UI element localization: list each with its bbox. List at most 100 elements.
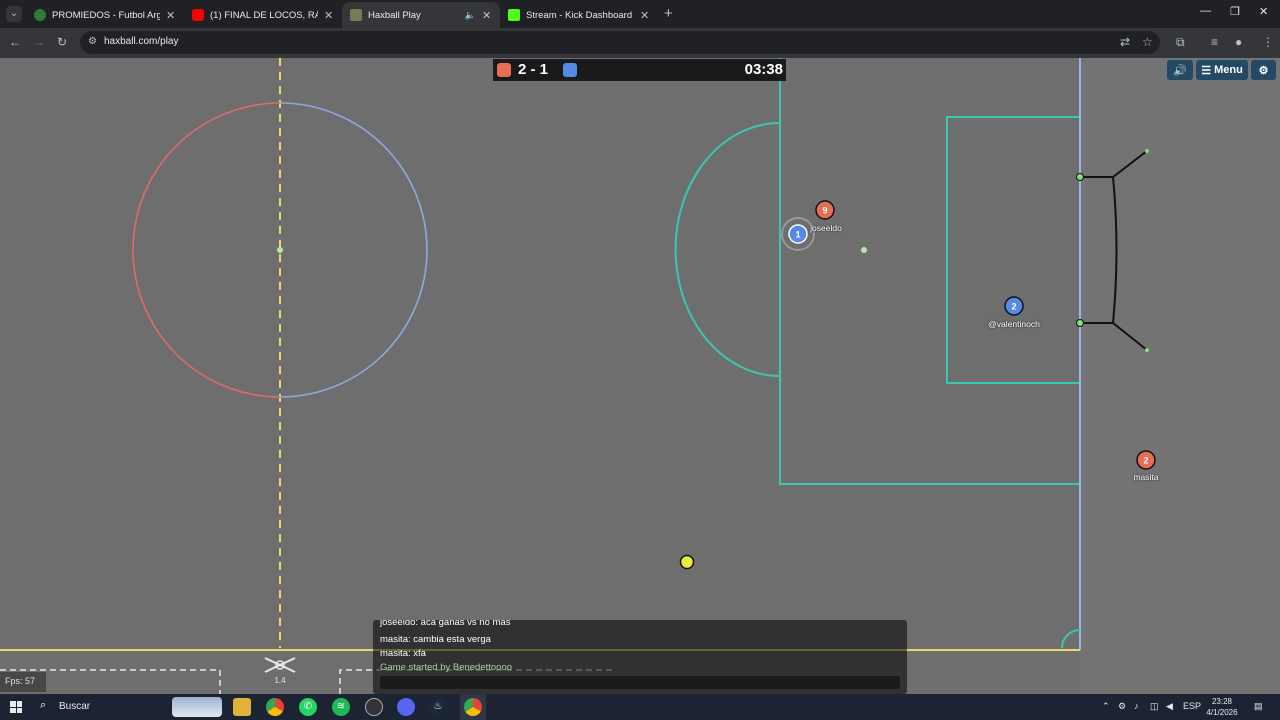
- spotify-icon[interactable]: ≋: [332, 698, 350, 716]
- search-icon[interactable]: ⌕: [40, 699, 46, 712]
- player-name-label: masita: [1133, 472, 1159, 482]
- blue-team-color-badge: [563, 63, 577, 77]
- fps-counter: Fps: 57: [0, 672, 46, 692]
- player-name-label: joseeldo: [810, 223, 842, 233]
- speaker-icon[interactable]: 🔈: [465, 10, 476, 21]
- taskbar-search-label[interactable]: Buscar: [59, 701, 90, 712]
- menu-button[interactable]: ☰ Menu: [1196, 60, 1248, 80]
- clock-date: 4/1/2026: [1206, 708, 1238, 717]
- site-info-icon[interactable]: ⚙: [88, 36, 97, 47]
- whatsapp-icon[interactable]: ✆: [299, 698, 317, 716]
- taskbar-clock[interactable]: 23:28 4/1/2026: [1204, 696, 1240, 718]
- promiedos-favicon-icon: [34, 9, 46, 21]
- language-indicator[interactable]: ESP: [1183, 701, 1201, 711]
- close-tab-icon[interactable]: ✕: [324, 9, 334, 22]
- app-icon[interactable]: [365, 698, 383, 716]
- windows-taskbar: ⌕ Buscar ✆ ≋ ♨ ⌃ ⚙ ♪ ◫ ◀ ESP 23:28 4/1/2…: [0, 694, 1280, 720]
- player-number: 2: [1143, 456, 1148, 466]
- chat-input[interactable]: [380, 676, 900, 689]
- bench-cross-icon: [264, 657, 296, 673]
- tab-youtube[interactable]: (1) FINAL DE LOCOS, RÁFAGA D ✕: [184, 2, 342, 28]
- penalty-arc: [674, 122, 781, 377]
- tab-haxball[interactable]: Haxball Play 🔈 ✕: [342, 2, 500, 28]
- tab-title: Haxball Play: [368, 9, 421, 21]
- extensions-icon[interactable]: ⧉: [1176, 35, 1185, 50]
- browser-toolbar: ← → ↻ ⚙ haxball.com/play ⇄ ☆ ⧉ ≡ ● ⋮: [0, 28, 1280, 58]
- player-number: 2: [1011, 302, 1016, 312]
- net-anchor-bottom: [1145, 348, 1149, 352]
- close-window-icon[interactable]: ✕: [1259, 5, 1268, 18]
- reload-icon[interactable]: ↻: [57, 35, 67, 49]
- kick-favicon-icon: [508, 9, 520, 21]
- menu-label: Menu: [1214, 64, 1243, 76]
- discord-icon[interactable]: [397, 698, 415, 716]
- chrome-icon[interactable]: [266, 698, 284, 716]
- tab-search-dropdown-icon[interactable]: ⌄: [6, 6, 22, 22]
- hamburger-icon: ☰: [1201, 64, 1212, 77]
- steam-icon[interactable]: ♨: [429, 698, 447, 716]
- outside-area: [1080, 58, 1280, 694]
- back-icon[interactable]: ←: [9, 35, 21, 49]
- goal-post-top: [1076, 173, 1084, 181]
- windows-start-icon[interactable]: [10, 701, 22, 713]
- tab-promiedos[interactable]: PROMIEDOS - Futbol Argentino ✕: [26, 2, 184, 28]
- chat-message: masita: xfa: [380, 648, 426, 659]
- bookmark-star-icon[interactable]: ☆: [1142, 35, 1153, 49]
- corner-arc: [1061, 629, 1081, 649]
- close-tab-icon[interactable]: ✕: [166, 9, 176, 22]
- sound-toggle-button[interactable]: 🔊: [1167, 60, 1193, 80]
- red-team-color-badge: [497, 63, 511, 77]
- haxball-game-canvas[interactable]: 1.4 9 1 2 2 joseeldo @valentinoch masita…: [0, 58, 1280, 694]
- minimize-icon[interactable]: —: [1200, 5, 1211, 17]
- field-svg: 1.4 9 1 2 2: [0, 58, 1280, 694]
- file-explorer-icon[interactable]: [233, 698, 251, 716]
- wifi-icon[interactable]: ◫: [1150, 701, 1159, 712]
- match-timer: 03:38: [744, 61, 783, 78]
- penalty-box: [779, 58, 1081, 485]
- gear-icon: ⚙: [1258, 64, 1269, 77]
- microphone-icon[interactable]: ♪: [1134, 701, 1139, 711]
- net-anchor-top: [1145, 149, 1149, 153]
- haxball-favicon-icon: [350, 9, 362, 21]
- tab-title: Stream - Kick Dashboard: [526, 9, 633, 21]
- goal-area: [946, 116, 1081, 384]
- tab-kick[interactable]: Stream - Kick Dashboard ✕: [500, 2, 658, 28]
- speaker-icon: 🔊: [1173, 64, 1187, 77]
- youtube-favicon-icon: [192, 9, 204, 21]
- player-name-label: @valentinoch: [988, 319, 1040, 329]
- search-highlight-image[interactable]: [172, 697, 222, 717]
- scoreboard: 2 - 1 03:38: [493, 59, 786, 81]
- bench-marker-label: 1.4: [274, 676, 286, 685]
- new-tab-icon[interactable]: +: [664, 5, 673, 22]
- chat-box: joseeldo: aca ganas vs no mas masita: ca…: [373, 620, 907, 694]
- goal-post-bottom: [1076, 319, 1084, 327]
- settings-button[interactable]: ⚙: [1251, 60, 1276, 80]
- profile-avatar-icon[interactable]: ●: [1235, 35, 1242, 49]
- score-text: 2 - 1: [518, 61, 549, 78]
- address-bar[interactable]: ⚙ haxball.com/play: [80, 31, 1160, 54]
- chat-system-message: Game started by Benedettoooo: [380, 662, 513, 673]
- tray-network-icon[interactable]: ⚙: [1118, 701, 1126, 712]
- chat-message: masita: cambia esta verga: [380, 634, 491, 645]
- translate-icon[interactable]: ⇄: [1120, 35, 1130, 49]
- browser-tab-strip: ⌄ PROMIEDOS - Futbol Argentino ✕ (1) FIN…: [0, 0, 1280, 28]
- kebab-menu-icon[interactable]: ⋮: [1262, 35, 1274, 49]
- penalty-spot: [861, 247, 867, 253]
- center-circle-red-half: [132, 102, 281, 398]
- player-number: 9: [822, 206, 827, 216]
- center-circle-blue-half: [279, 102, 428, 398]
- tab-title: PROMIEDOS - Futbol Argentino: [52, 9, 160, 21]
- tray-chevron-icon[interactable]: ⌃: [1102, 701, 1110, 712]
- clock-time: 23:28: [1211, 697, 1233, 706]
- media-control-icon[interactable]: ≡: [1211, 35, 1218, 49]
- chrome-active-icon[interactable]: [464, 698, 482, 716]
- forward-icon[interactable]: →: [33, 35, 45, 49]
- close-tab-icon[interactable]: ✕: [482, 9, 492, 22]
- url-text: haxball.com/play: [104, 36, 179, 47]
- close-tab-icon[interactable]: ✕: [640, 9, 650, 22]
- restore-icon[interactable]: ❐: [1230, 5, 1240, 18]
- ball: [679, 554, 695, 570]
- volume-icon[interactable]: ◀: [1166, 701, 1173, 712]
- notifications-icon[interactable]: ▤: [1254, 701, 1263, 712]
- player-number: 1: [795, 230, 800, 240]
